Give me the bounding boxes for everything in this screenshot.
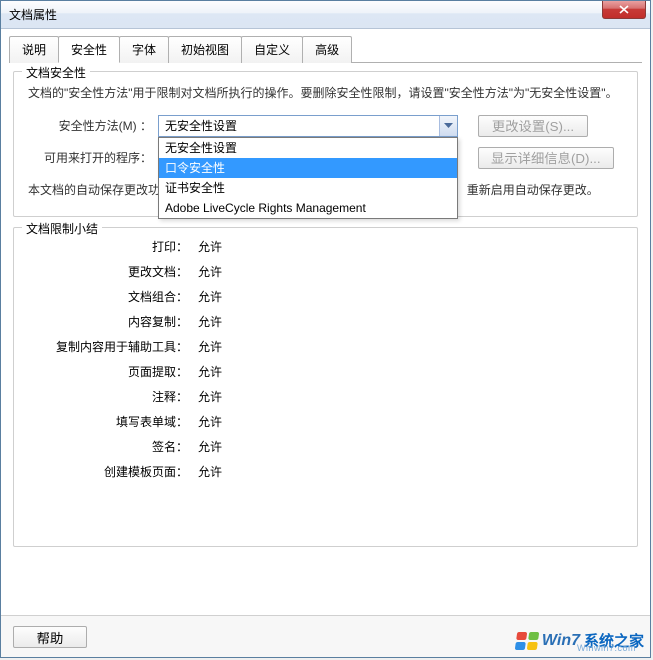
help-button[interactable]: 帮助 [13,626,87,648]
change-settings-button[interactable]: 更改设置(S)... [478,115,588,137]
value-print: 允许 [198,238,222,255]
close-icon [619,5,629,14]
value-form-fill: 允许 [198,413,222,430]
tab-fonts[interactable]: 字体 [119,36,169,63]
label-print: 打印： [28,238,198,255]
close-button[interactable] [602,1,646,19]
tab-advanced[interactable]: 高级 [302,36,352,63]
label-change-doc: 更改文档： [28,263,198,280]
label-template: 创建模板页面： [28,463,198,480]
tab-description[interactable]: 说明 [9,36,59,63]
dialog-window: 文档属性 说明 安全性 字体 初始视图 自定义 高级 文档安全性 文档的"安全性… [0,0,651,658]
combo-option-certificate[interactable]: 证书安全性 [159,178,457,198]
label-open-with: 可用来打开的程序： [28,149,158,166]
label-page-extract: 页面提取： [28,363,198,380]
tab-security[interactable]: 安全性 [58,36,120,63]
show-details-button[interactable]: 显示详细信息(D)... [478,147,614,169]
value-copy-access: 允许 [198,338,222,355]
value-template: 允许 [198,463,222,480]
restrict-row-copy-access: 复制内容用于辅助工具： 允许 [28,338,623,355]
label-sign: 签名： [28,438,198,455]
restrict-row-form-fill: 填写表单域： 允许 [28,413,623,430]
fieldset-restrictions: 文档限制小结 打印： 允许 更改文档： 允许 文档组合： 允许 内容复制： 允许 [13,227,638,547]
combo-option-none[interactable]: 无安全性设置 [159,138,457,158]
tab-initial-view[interactable]: 初始视图 [168,36,242,63]
chevron-down-icon[interactable] [439,116,457,136]
combo-option-password[interactable]: 口令安全性 [159,158,457,178]
tab-panel-security: 文档安全性 文档的"安全性方法"用于限制对文档所执行的操作。要删除安全性限制，请… [9,65,642,547]
restrict-row-copy: 内容复制： 允许 [28,313,623,330]
tab-bar: 说明 安全性 字体 初始视图 自定义 高级 [9,35,642,63]
combo-value: 无安全性设置 [165,117,237,134]
label-security-method: 安全性方法(M) ： [28,117,158,134]
restrict-row-comment: 注释： 允许 [28,388,623,405]
restrict-row-template: 创建模板页面： 允许 [28,463,623,480]
value-doc-assembly: 允许 [198,288,222,305]
value-sign: 允许 [198,438,222,455]
combo-dropdown-list: 无安全性设置 口令安全性 证书安全性 Adobe LiveCycle Right… [158,137,458,219]
restrict-row-page-extract: 页面提取： 允许 [28,363,623,380]
client-area: 说明 安全性 字体 初始视图 自定义 高级 文档安全性 文档的"安全性方法"用于… [1,29,650,565]
bottom-bar: 帮助 [1,615,650,657]
combo-security-method[interactable]: 无安全性设置 无安全性设置 口令安全性 证书安全性 Adobe LiveCycl… [158,115,458,137]
restrict-row-sign: 签名： 允许 [28,438,623,455]
tab-custom[interactable]: 自定义 [241,36,303,63]
label-form-fill: 填写表单域： [28,413,198,430]
titlebar: 文档属性 [1,1,650,29]
label-copy: 内容复制： [28,313,198,330]
combo-option-livecycle[interactable]: Adobe LiveCycle Rights Management [159,198,457,218]
combo-field[interactable]: 无安全性设置 [158,115,458,137]
restrict-row-print: 打印： 允许 [28,238,623,255]
fieldset-security-title: 文档安全性 [22,64,90,81]
value-change-doc: 允许 [198,263,222,280]
value-copy: 允许 [198,313,222,330]
value-page-extract: 允许 [198,363,222,380]
window-title: 文档属性 [9,6,57,23]
label-copy-access: 复制内容用于辅助工具： [28,338,198,355]
fieldset-restrictions-title: 文档限制小结 [22,220,102,237]
value-comment: 允许 [198,388,222,405]
restrict-row-change-doc: 更改文档： 允许 [28,263,623,280]
label-comment: 注释： [28,388,198,405]
row-security-method: 安全性方法(M) ： 无安全性设置 无安全性设置 口令安全性 证书安全性 [28,115,623,137]
security-description: 文档的"安全性方法"用于限制对文档所执行的操作。要删除安全性限制，请设置"安全性… [28,82,623,105]
label-doc-assembly: 文档组合： [28,288,198,305]
restrict-row-doc-assembly: 文档组合： 允许 [28,288,623,305]
fieldset-security: 文档安全性 文档的"安全性方法"用于限制对文档所执行的操作。要删除安全性限制，请… [13,71,638,217]
